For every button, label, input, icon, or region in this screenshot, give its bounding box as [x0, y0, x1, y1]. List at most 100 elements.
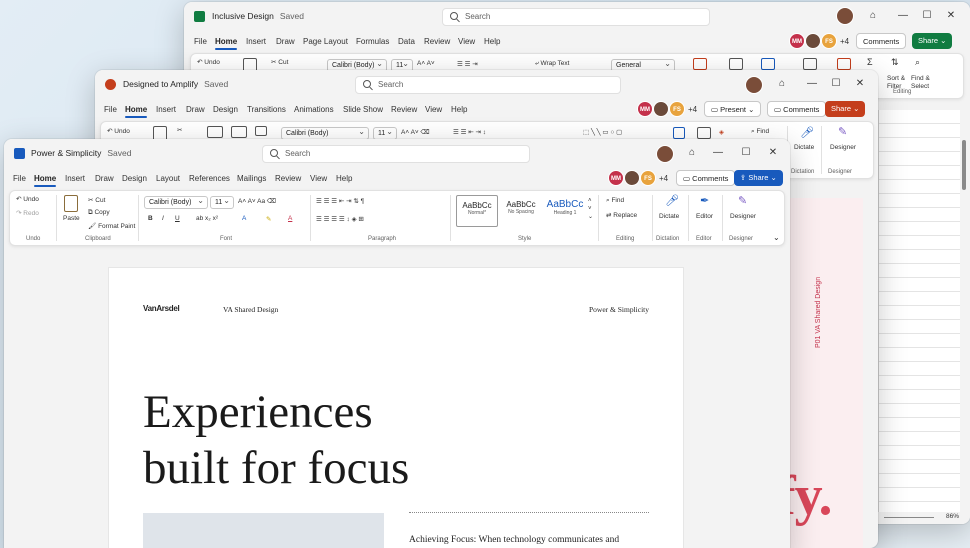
maximize-button[interactable]: ☐ — [829, 78, 843, 89]
more-collaborators[interactable]: +4 — [840, 37, 849, 46]
reuse-slides-icon[interactable] — [231, 126, 247, 138]
dictate-button[interactable]: Dictate — [659, 213, 679, 220]
feedback-icon[interactable]: ⌂ — [866, 10, 880, 21]
tab-help[interactable]: Help — [484, 37, 500, 46]
list-buttons[interactable]: ☰ ☰ ☰ ⇤ ⇥ ⇅ ¶ — [316, 197, 364, 205]
tab-home[interactable]: Home — [34, 174, 57, 187]
tab-formulas[interactable]: Formulas — [356, 37, 389, 46]
more-collaborators[interactable]: +4 — [659, 174, 668, 183]
designer-icon[interactable]: ✎ — [838, 125, 847, 138]
tab-animations[interactable]: Animations — [294, 105, 334, 114]
avatar-photo-1[interactable] — [836, 7, 854, 25]
avatar-photo-1[interactable] — [745, 76, 763, 94]
comments-button[interactable]: ▭ Comments — [676, 170, 736, 186]
tab-insert[interactable]: Insert — [246, 37, 266, 46]
word-search-box[interactable]: Search — [262, 145, 530, 163]
cut-icon[interactable]: ✂ — [177, 126, 182, 134]
tab-data[interactable]: Data — [398, 37, 415, 46]
cut-button[interactable]: ✂ Cut — [271, 58, 288, 66]
quick-styles-icon[interactable] — [697, 127, 711, 139]
ribbon-collapse-icon[interactable]: ⌄ — [773, 233, 780, 242]
paste-button[interactable]: Paste — [63, 215, 80, 222]
tab-references[interactable]: References — [189, 174, 230, 183]
spreadsheet-grid[interactable] — [878, 110, 962, 512]
designer-icon[interactable]: ✎ — [738, 194, 747, 207]
shape-fill-icon[interactable]: ◈ — [719, 128, 724, 136]
tab-layout[interactable]: Layout — [156, 174, 180, 183]
redo-button[interactable]: ↷ Redo — [16, 209, 39, 217]
dictate-icon[interactable]: 🎤︎ — [800, 126, 814, 139]
tab-help[interactable]: Help — [336, 174, 352, 183]
tab-transitions[interactable]: Transitions — [247, 105, 286, 114]
cell-styles-icon[interactable] — [761, 58, 775, 70]
tab-home[interactable]: Home — [125, 105, 148, 118]
tab-file[interactable]: File — [104, 105, 117, 114]
insert-cells-icon[interactable] — [803, 58, 817, 70]
zoom-slider[interactable] — [884, 517, 934, 518]
tab-mailings[interactable]: Mailings — [237, 174, 266, 183]
autosum-icon[interactable]: Σ — [867, 57, 873, 67]
wrap-text-button[interactable]: ⤶ Wrap Text — [535, 60, 569, 68]
tab-draw[interactable]: Draw — [186, 105, 205, 114]
conditional-format-icon[interactable] — [693, 58, 707, 70]
avatar-mm[interactable]: MM — [789, 33, 805, 49]
tab-insert[interactable]: Insert — [65, 174, 85, 183]
minimize-button[interactable]: — — [896, 10, 910, 21]
tab-review[interactable]: Review — [391, 105, 417, 114]
maximize-button[interactable]: ☐ — [920, 10, 934, 21]
tab-view[interactable]: View — [425, 105, 442, 114]
align-buttons[interactable]: ☰ ☰ ☰ ☰ ↕ ◈ ⊞ — [316, 215, 364, 223]
undo-button[interactable]: ↶ Undo — [16, 195, 39, 203]
feedback-icon[interactable]: ⌂ — [685, 147, 699, 158]
font-size-buttons[interactable]: A˄ A˅ Aa ⌫ — [238, 197, 276, 205]
delete-cells-icon[interactable] — [837, 58, 851, 70]
ppt-search-box[interactable]: Search — [355, 76, 621, 94]
tab-review[interactable]: Review — [424, 37, 450, 46]
avatar-photo-2[interactable] — [624, 170, 640, 186]
tab-page-layout[interactable]: Page Layout — [303, 37, 348, 46]
tab-help[interactable]: Help — [451, 105, 467, 114]
text-effects-button[interactable]: A — [242, 215, 246, 222]
highlight-button[interactable]: ✎ — [266, 215, 271, 223]
slide-canvas[interactable]: P01 VA Shared Design fy. — [777, 198, 863, 548]
styles-scroll[interactable]: ˄ ˅ ⌄ — [588, 197, 593, 221]
tab-home[interactable]: Home — [215, 37, 238, 50]
tab-view[interactable]: View — [310, 174, 327, 183]
share-button[interactable]: ⇪ Share ⌄ — [734, 170, 783, 186]
vertical-scrollbar[interactable] — [960, 110, 968, 512]
avatar-photo-1[interactable] — [656, 145, 674, 163]
copy-button[interactable]: ⧉ Copy — [88, 209, 110, 217]
avatar-mm[interactable]: MM — [608, 170, 624, 186]
font-size-buttons[interactable]: A˄ A˅ ⌫ — [401, 128, 430, 136]
feedback-icon[interactable]: ⌂ — [775, 78, 789, 89]
underline-button[interactable]: U — [175, 215, 180, 222]
minimize-button[interactable]: — — [805, 78, 819, 89]
share-button[interactable]: Share ⌄ — [825, 101, 866, 117]
layout-icon[interactable] — [255, 126, 267, 136]
list-buttons[interactable]: ☰ ☰ ⇤ ⇥ ↕ — [453, 128, 486, 136]
editor-button[interactable]: Editor — [696, 213, 713, 220]
tab-file[interactable]: File — [13, 174, 26, 183]
style-no-spacing[interactable]: AaBbCc No Spacing — [500, 195, 542, 227]
tab-view[interactable]: View — [458, 37, 475, 46]
size-select[interactable]: 11 — [210, 196, 234, 209]
avatar-mm[interactable]: MM — [637, 101, 653, 117]
drawing-shapes[interactable]: ⬚ ╲ ╲ ▭ ○ ▢ — [583, 128, 622, 136]
avatar-fs[interactable]: FS — [640, 170, 656, 186]
style-heading-1[interactable]: AaBbCc Heading 1 — [544, 195, 586, 227]
style-normal[interactable]: AaBbCc Normal* — [456, 195, 498, 227]
minimize-button[interactable]: — — [711, 147, 725, 158]
share-button[interactable]: Share ⌄ — [912, 33, 953, 49]
replace-button[interactable]: ⇄ Replace — [606, 211, 637, 219]
sort-filter-icon[interactable]: ⇅ — [891, 57, 899, 68]
avatar-photo-2[interactable] — [805, 33, 821, 49]
new-slide-icon[interactable] — [207, 126, 223, 138]
excel-search-box[interactable]: Search — [442, 8, 710, 26]
arrange-icon[interactable] — [673, 127, 685, 139]
cut-button[interactable]: ✂ Cut — [88, 196, 105, 204]
format-table-icon[interactable] — [729, 58, 743, 70]
avatar-fs[interactable]: FS — [821, 33, 837, 49]
close-button[interactable]: ✕ — [766, 147, 780, 158]
avatar-fs[interactable]: FS — [669, 101, 685, 117]
undo-button[interactable]: ↶ Undo — [107, 127, 130, 135]
